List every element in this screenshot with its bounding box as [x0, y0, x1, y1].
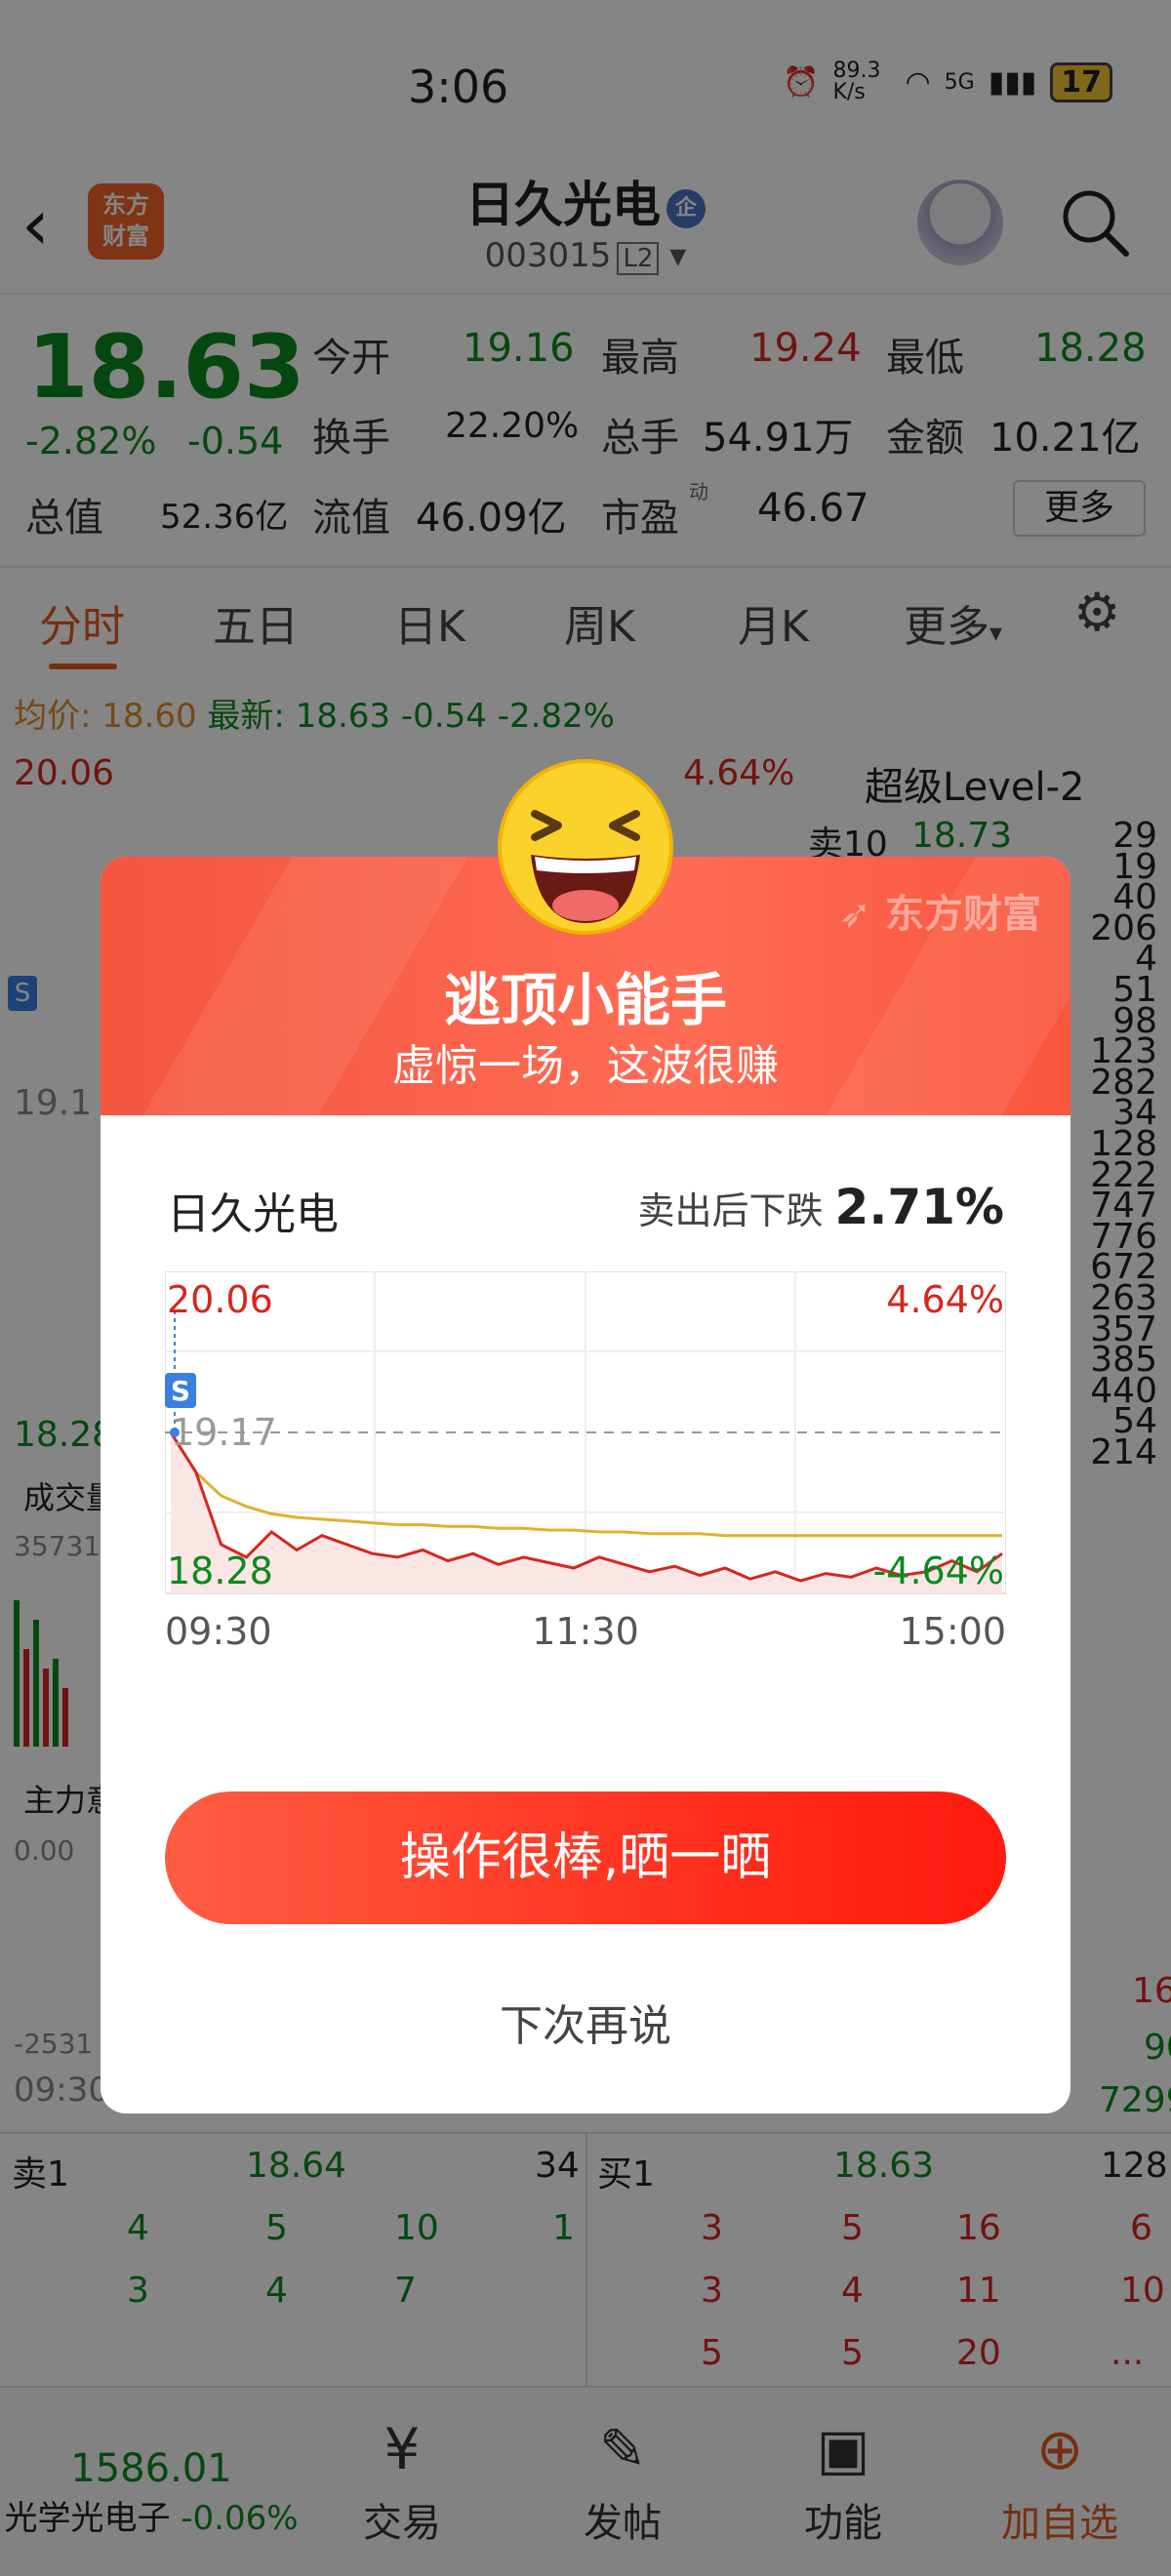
laughing-emoji-icon — [498, 759, 673, 935]
dialog-stock-name: 日久光电 — [167, 1189, 339, 1239]
pct-tick-top: 4.64% — [886, 1278, 1004, 1321]
brand-watermark: ➶ 东方财富 — [839, 882, 1041, 939]
share-button[interactable]: 操作很棒,晒一晒 — [165, 1791, 1006, 1924]
x-tick-end: 15:00 — [899, 1610, 1006, 1653]
later-button[interactable]: 下次再说 — [101, 1991, 1070, 2053]
drop-label: 卖出后下跌 — [637, 1189, 824, 1232]
dialog-title: 逃顶小能手 — [443, 967, 727, 1033]
y-tick-top: 20.06 — [167, 1278, 273, 1321]
escape-top-dialog: ➶ 东方财富 逃顶小能手 虚惊一场，这波很赚 日久光电 卖出后下跌 2.71% S… — [101, 857, 1070, 2113]
brand-name: 东方财富 — [885, 892, 1041, 937]
mini-intraday-chart: S 20.06 4.64% 19.17 18.28 -4.64% — [165, 1271, 1006, 1594]
drop-percent: 2.71% — [834, 1179, 1004, 1235]
brand-mark-icon: ➶ — [838, 892, 872, 937]
y-tick-mid: 19.17 — [171, 1411, 277, 1454]
sell-marker-label: S — [171, 1375, 190, 1407]
drop-summary: 卖出后下跌 2.71% — [638, 1179, 1004, 1235]
dialog-subtitle: 虚惊一场，这波很赚 — [392, 1041, 779, 1091]
pct-tick-bottom: -4.64% — [873, 1550, 1004, 1592]
y-tick-bottom: 18.28 — [167, 1550, 273, 1592]
